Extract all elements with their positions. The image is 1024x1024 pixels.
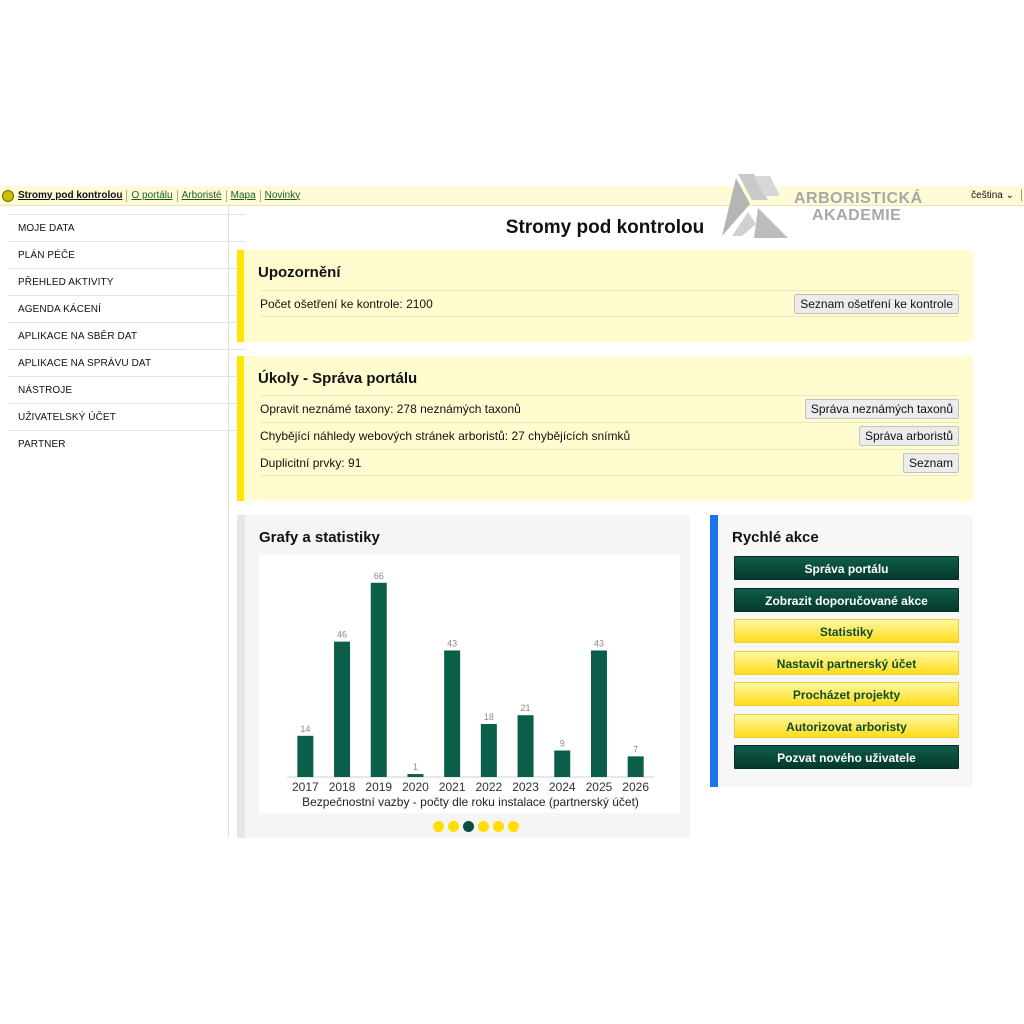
sidebar-item-my-data[interactable]: MOJE DATA	[8, 214, 246, 241]
bar-value-label: 46	[337, 630, 347, 640]
x-tick-label: 2022	[475, 780, 502, 794]
x-tick-label: 2026	[622, 780, 649, 794]
carousel-dot[interactable]	[508, 821, 519, 832]
x-tick-label: 2024	[549, 780, 576, 794]
nav-link-arborists[interactable]: Arboristé	[176, 189, 226, 202]
bar-value-label: 7	[633, 744, 638, 754]
duplicates-list-button[interactable]: Seznam	[902, 452, 959, 473]
task-row-text: Duplicitní prvky: 91	[260, 455, 362, 470]
bar-value-label: 21	[521, 703, 531, 713]
recommended-actions-button[interactable]: Zobrazit doporučované akce	[734, 588, 959, 612]
partner-account-button[interactable]: Nastavit partnerský účet	[734, 651, 959, 675]
nav-link-news[interactable]: Novinky	[259, 189, 305, 202]
quick-actions-title: Rychlé akce	[732, 529, 819, 546]
charts-title: Grafy a statistiky	[259, 529, 380, 546]
academy-logo-line1: ARBORISTICKÁ	[794, 190, 923, 207]
bar	[517, 715, 534, 777]
carousel-dot[interactable]	[478, 821, 489, 832]
tasks-panel: Úkoly - Správa portálu Opravit neznámé t…	[237, 356, 973, 501]
bar	[334, 641, 351, 777]
manage-arborists-button[interactable]: Správa arboristů	[858, 426, 959, 446]
task-row-text: Opravit neznámé taxony: 278 neznámých ta…	[260, 402, 521, 416]
nav-link-map[interactable]: Mapa	[225, 189, 260, 202]
alerts-panel: Upozornění Počet ošetření ke kontrole: 2…	[237, 250, 973, 342]
alert-row-text: Počet ošetření ke kontrole: 2100	[260, 296, 433, 311]
x-tick-label: 2017	[292, 780, 319, 794]
sidebar-item-data-collection-app[interactable]: APLIKACE NA SBĚR DAT	[8, 322, 246, 349]
carousel-dot[interactable]	[463, 821, 474, 832]
task-row-text: Chybějící náhledy webových stránek arbor…	[260, 429, 631, 443]
bar	[444, 650, 461, 777]
bar	[554, 750, 571, 777]
site-logo-icon[interactable]	[2, 189, 14, 202]
nav-divider	[1021, 189, 1022, 201]
task-row: Chybějící náhledy webových stránek arbor…	[260, 422, 959, 449]
nav-brand-link[interactable]: Stromy pod kontrolou	[18, 190, 126, 202]
x-tick-label: 2019	[365, 780, 392, 794]
page-title: Stromy pod kontrolou	[505, 217, 705, 238]
tasks-title: Úkoly - Správa portálu	[258, 370, 418, 387]
bar	[480, 724, 497, 777]
sidebar-item-data-management-app[interactable]: APLIKACE NA SPRÁVU DAT	[8, 349, 246, 376]
bar-value-label: 9	[560, 739, 565, 749]
language-select[interactable]: čeština ⌄	[971, 190, 1014, 201]
bar-value-label: 43	[447, 638, 457, 648]
x-tick-label: 2025	[586, 780, 613, 794]
treatments-to-check-button[interactable]: Seznam ošetření ke kontrole	[794, 293, 959, 314]
language-label: čeština	[971, 190, 1003, 201]
bar-value-label: 18	[484, 712, 494, 722]
bar-value-label: 66	[374, 571, 384, 581]
x-axis-label: Bezpečnostní vazby - počty dle roku inst…	[302, 795, 639, 809]
sidebar-item-tools[interactable]: NÁSTROJE	[8, 376, 246, 403]
bar-value-label: 43	[594, 638, 604, 648]
bar-value-label: 14	[300, 724, 310, 734]
sidebar-item-felling-agenda[interactable]: AGENDA KÁCENÍ	[8, 295, 246, 322]
bar	[370, 582, 387, 777]
portal-admin-button[interactable]: Správa portálu	[734, 556, 959, 580]
task-row: Duplicitní prvky: 91 Seznam	[260, 449, 959, 476]
bar	[407, 774, 424, 777]
x-tick-label: 2023	[512, 780, 539, 794]
x-tick-label: 2018	[329, 780, 356, 794]
alerts-title: Upozornění	[258, 264, 341, 281]
statistics-button[interactable]: Statistiky	[734, 619, 959, 643]
sidebar-item-partner[interactable]: PARTNER	[8, 430, 246, 457]
charts-panel: Grafy a statistiky 14 2017 46 2018 66 2019 1 20…	[237, 515, 690, 838]
bar-chart: 14 2017 46 2018 66 2019 1 2020 43 2021 18 2022 21 202…	[287, 571, 654, 809]
sidebar-divider	[228, 206, 229, 838]
x-tick-label: 2020	[402, 780, 429, 794]
bar-value-label: 1	[413, 762, 418, 772]
task-row: Opravit neznámé taxony: 278 neznámých ta…	[260, 395, 959, 422]
chevron-down-icon: ⌄	[1005, 190, 1014, 201]
sidebar-item-care-plan[interactable]: PLÁN PÉČE	[8, 241, 246, 268]
carousel-dots	[433, 821, 519, 832]
carousel-dot[interactable]	[433, 821, 444, 832]
unknown-taxa-button[interactable]: Správa neznámých taxonů	[804, 399, 959, 419]
bar	[297, 735, 314, 777]
browse-projects-button[interactable]: Procházet projekty	[734, 682, 959, 706]
sidebar-menu: MOJE DATA PLÁN PÉČE PŘEHLED AKTIVITY AGE…	[8, 214, 246, 457]
alert-row: Počet ošetření ke kontrole: 2100 Seznam …	[260, 290, 959, 317]
invite-user-button[interactable]: Pozvat nového uživatele	[734, 745, 959, 769]
nav-link-about[interactable]: O portálu	[126, 189, 176, 202]
sidebar-item-user-account[interactable]: UŽIVATELSKÝ ÚČET	[8, 403, 246, 430]
carousel-dot[interactable]	[448, 821, 459, 832]
carousel-dot[interactable]	[493, 821, 504, 832]
chart-container: 14 2017 46 2018 66 2019 1 2020 43 2021 18 2022 21 202…	[259, 555, 680, 813]
sidebar-item-activity-overview[interactable]: PŘEHLED AKTIVITY	[8, 268, 246, 295]
authorize-arborists-button[interactable]: Autorizovat arboristy	[734, 714, 959, 738]
quick-actions-panel: Rychlé akce Správa portálu Zobrazit dopo…	[710, 515, 973, 787]
bar	[627, 756, 644, 777]
bar	[590, 650, 607, 777]
x-tick-label: 2021	[439, 780, 466, 794]
